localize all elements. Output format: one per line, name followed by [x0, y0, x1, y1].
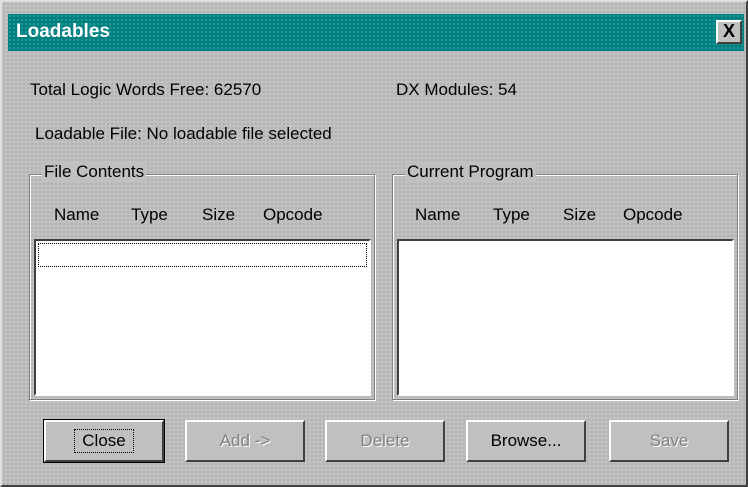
title-bar[interactable]: Loadables X: [8, 14, 744, 51]
column-header-size[interactable]: Size: [563, 205, 596, 225]
current-program-group: Current Program Name Type Size Opcode: [392, 162, 738, 400]
loadables-dialog: Loadables X Total Logic Words Free: 6257…: [0, 0, 748, 487]
column-header-type[interactable]: Type: [493, 205, 530, 225]
column-header-opcode[interactable]: Opcode: [263, 205, 323, 225]
file-contents-title: File Contents: [42, 162, 147, 182]
loadable-file-label: Loadable File: No loadable file selected: [35, 124, 332, 143]
logic-words-free-label: Total Logic Words Free: 62570: [30, 80, 262, 99]
column-header-name[interactable]: Name: [54, 205, 99, 225]
close-button[interactable]: Close: [43, 419, 165, 463]
file-contents-column-headers: Name Type Size Opcode: [30, 205, 374, 225]
column-header-name[interactable]: Name: [415, 205, 460, 225]
dx-modules-label: DX Modules: 54: [396, 80, 517, 99]
save-button[interactable]: Save: [609, 420, 729, 462]
add-button[interactable]: Add ->: [185, 420, 305, 462]
file-contents-group: File Contents Name Type Size Opcode: [29, 162, 375, 400]
column-header-size[interactable]: Size: [202, 205, 235, 225]
save-button-label: Save: [649, 431, 689, 450]
current-program-list[interactable]: [397, 239, 734, 396]
close-button-label: Close: [74, 429, 134, 453]
column-header-opcode[interactable]: Opcode: [623, 205, 683, 225]
window-title: Loadables: [16, 21, 110, 42]
focus-row: [38, 243, 367, 267]
delete-button[interactable]: Delete: [325, 420, 445, 462]
close-window-button[interactable]: X: [716, 20, 742, 44]
column-header-type[interactable]: Type: [131, 205, 168, 225]
delete-button-label: Delete: [360, 431, 410, 450]
browse-button[interactable]: Browse...: [466, 420, 586, 462]
file-contents-list[interactable]: [34, 239, 371, 396]
close-icon: X: [722, 21, 735, 41]
add-button-label: Add ->: [219, 431, 271, 450]
current-program-title: Current Program: [405, 162, 536, 182]
current-program-column-headers: Name Type Size Opcode: [393, 205, 737, 225]
browse-button-label: Browse...: [490, 431, 562, 450]
